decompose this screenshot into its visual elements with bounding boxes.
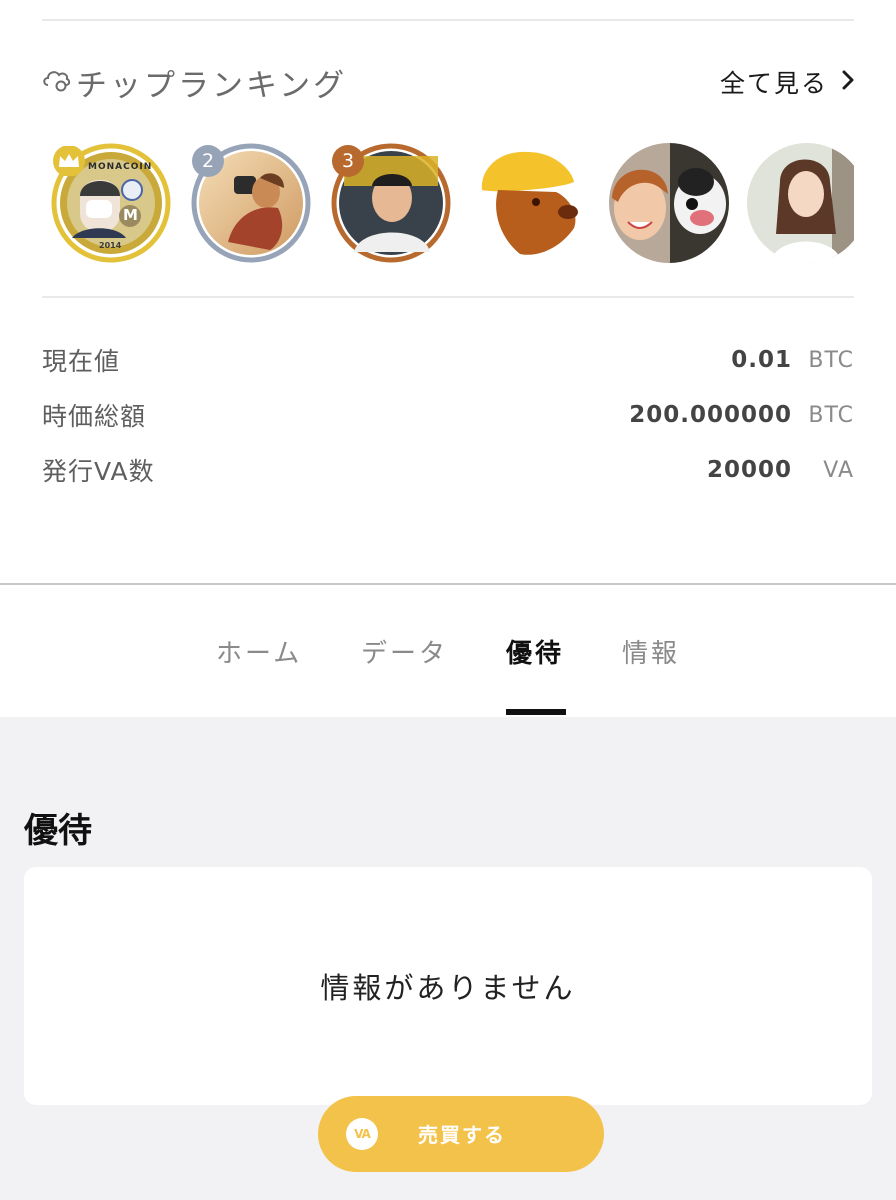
ranking-avatar-1[interactable]: MONACOIN M 2014: [50, 142, 172, 264]
active-tab-indicator: [506, 709, 566, 715]
stat-unit: BTC: [808, 347, 854, 373]
stat-label: 現在値: [42, 346, 121, 376]
va-icon: VA: [346, 1118, 378, 1150]
ranking-avatar-4[interactable]: [470, 142, 592, 264]
stat-label: 時価総額: [42, 401, 147, 431]
stat-label: 発行VA数: [42, 456, 155, 486]
rank-badge-3: 3: [332, 145, 364, 177]
top-divider: [42, 19, 854, 21]
chip-cloud-icon: [42, 68, 72, 96]
tab-info[interactable]: 情報: [622, 633, 680, 670]
stats-list: 現在値 0.01 BTC 時価総額 200.000000 BTC 発行VA数 2…: [42, 332, 854, 497]
tab-bar: ホーム データ 優待 情報: [0, 585, 896, 717]
see-all-link[interactable]: 全て見る: [720, 64, 854, 100]
benefits-card: 情報がありません: [24, 867, 872, 1105]
chip-ranking-title-text: チップランキング: [76, 67, 348, 104]
trade-button[interactable]: VA 売買する: [318, 1096, 604, 1172]
coin-mark: M: [123, 206, 138, 224]
chevron-right-icon: [842, 70, 854, 94]
stat-value: 20000: [706, 456, 792, 483]
chip-ranking-header: チップランキング 全て見る: [42, 56, 854, 108]
crown-icon: [52, 146, 86, 176]
tab-home[interactable]: ホーム: [216, 633, 302, 670]
ranking-avatar-list: MONACOIN M 2014 2 3: [50, 142, 854, 266]
stat-row-market-cap: 時価総額 200.000000 BTC: [42, 387, 854, 442]
ranking-avatar-3[interactable]: 3: [330, 142, 452, 264]
stat-row-issued-va: 発行VA数 20000 VA: [42, 442, 854, 497]
ranking-divider: [42, 296, 854, 298]
ranking-avatar-6[interactable]: [746, 142, 854, 264]
stat-unit: VA: [823, 457, 854, 483]
tab-benefits[interactable]: 優待: [506, 633, 564, 670]
ranking-avatar-2[interactable]: 2: [190, 142, 312, 264]
tab-data[interactable]: データ: [361, 633, 448, 670]
stat-unit: BTC: [808, 402, 854, 428]
empty-message: 情報がありません: [320, 971, 576, 1005]
coin-text: MONACOIN: [88, 162, 153, 172]
stat-row-current-price: 現在値 0.01 BTC: [42, 332, 854, 387]
section-title: 優待: [24, 811, 92, 851]
rank-badge-2: 2: [192, 145, 224, 177]
trade-button-label: 売買する: [418, 1123, 506, 1147]
coin-year: 2014: [99, 241, 122, 250]
stat-value: 0.01: [731, 346, 792, 373]
chip-ranking-title: チップランキング: [42, 60, 347, 105]
ranking-avatar-5[interactable]: [608, 142, 730, 264]
see-all-label: 全て見る: [719, 69, 828, 98]
stat-value: 200.000000: [629, 401, 792, 428]
